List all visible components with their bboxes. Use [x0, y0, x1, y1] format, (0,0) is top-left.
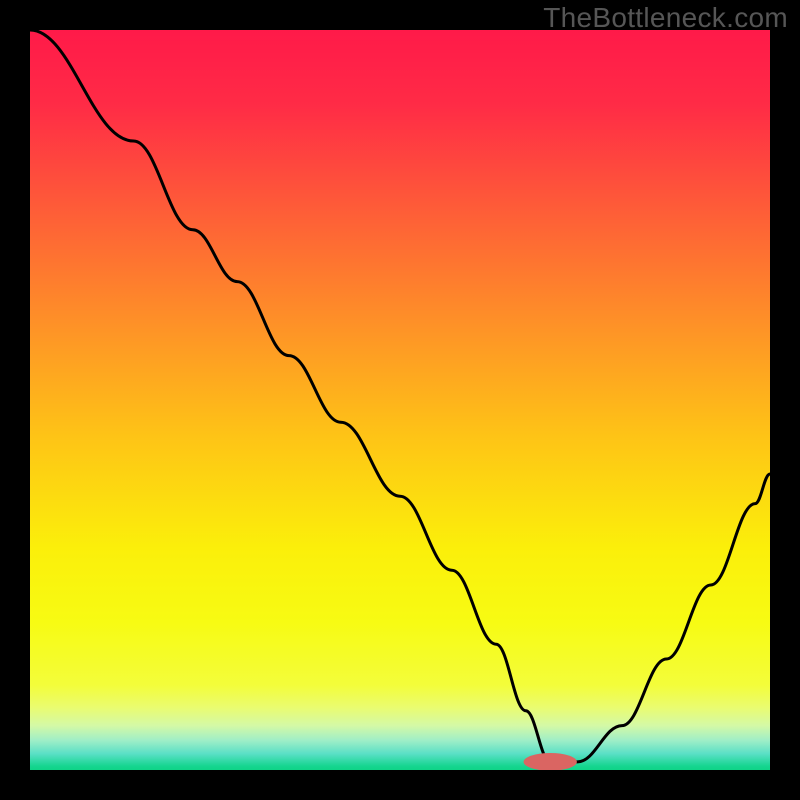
gradient-background: [30, 30, 770, 770]
optimal-marker: [524, 753, 577, 770]
watermark-label: TheBottleneck.com: [543, 2, 788, 34]
chart-frame: TheBottleneck.com: [0, 0, 800, 800]
chart-plot: [30, 30, 770, 770]
